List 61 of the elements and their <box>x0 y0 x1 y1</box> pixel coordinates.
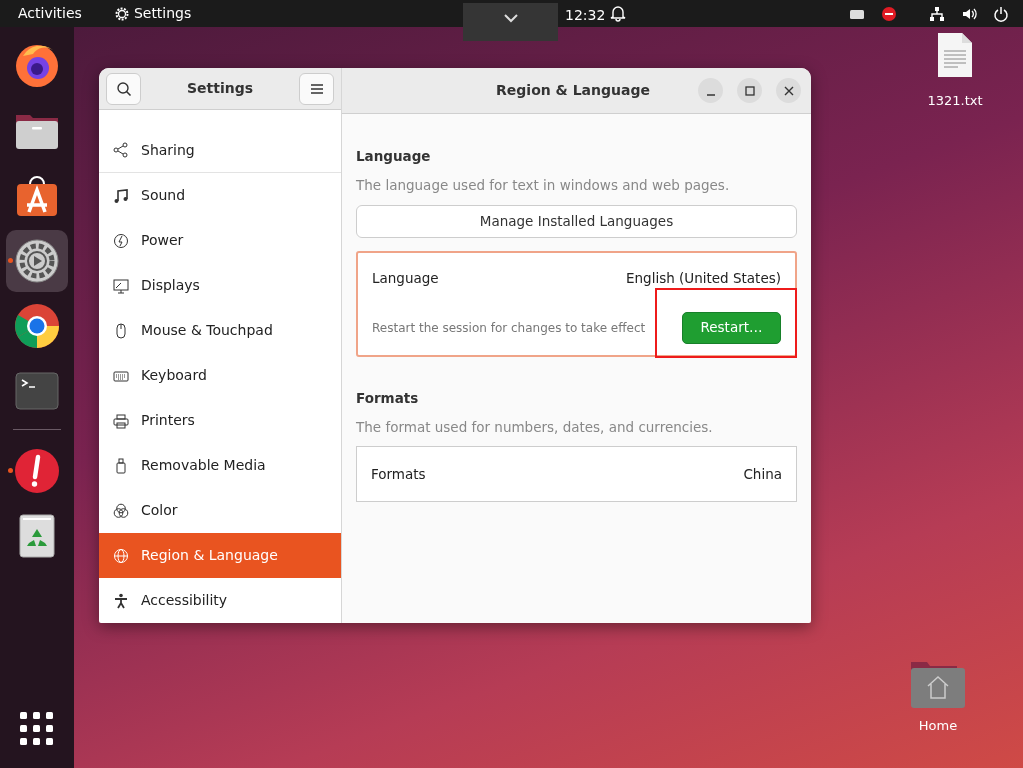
sidebar-item[interactable]: Keyboard <box>99 353 341 398</box>
sidebar-item[interactable]: Sharing <box>99 128 341 173</box>
gear-icon[interactable] <box>13 237 61 285</box>
sidebar-item[interactable]: Mouse & Touchpad <box>99 308 341 353</box>
music-note-icon <box>113 187 129 204</box>
exclamation-icon[interactable] <box>13 447 61 495</box>
window-title: Region & Language <box>495 81 651 100</box>
share-icon <box>113 142 129 158</box>
manage-languages-button[interactable]: Manage Installed Languages <box>356 204 797 238</box>
chevron-down-icon <box>502 13 519 23</box>
monitor-icon <box>113 277 129 294</box>
menu-button[interactable] <box>299 72 334 105</box>
row-value[interactable]: China <box>743 463 782 485</box>
sidebar-item[interactable]: Displays <box>99 263 341 308</box>
sidebar-item[interactable]: Removable Media <box>99 443 341 488</box>
menu-icon <box>309 82 324 95</box>
browser-icon[interactable] <box>13 302 61 350</box>
bell-icon <box>610 5 626 22</box>
color-circles-icon <box>113 502 129 519</box>
sidebar-item[interactable]: Sound <box>99 173 341 218</box>
search-icon <box>115 80 132 97</box>
usb-drive-icon <box>113 457 129 474</box>
close-button[interactable] <box>776 78 801 103</box>
close-icon <box>783 85 794 96</box>
sidebar-item[interactable]: Printers <box>99 398 341 443</box>
do-not-disturb-icon <box>881 5 897 22</box>
globe-icon <box>113 547 129 564</box>
sidebar-item[interactable]: Power <box>99 218 341 263</box>
sidebar-item[interactable]: Color <box>99 488 341 533</box>
section-heading: Language <box>356 147 432 166</box>
sidebar-item[interactable]: Accessibility <box>99 578 341 623</box>
maximize-icon <box>744 85 755 96</box>
app-grid-icon[interactable] <box>20 712 54 746</box>
search-button[interactable] <box>106 72 141 105</box>
file-label[interactable]: 1321.txt <box>927 91 983 111</box>
minimize-icon <box>706 93 715 96</box>
app-menu[interactable]: Settings <box>133 3 192 24</box>
power-icon <box>113 232 129 249</box>
restart-button[interactable]: Restart… <box>682 311 781 344</box>
restart-hint: Restart the session for changes to take effect <box>372 319 646 337</box>
section-description: The language used for text in windows and web pages. <box>356 176 731 196</box>
row-label: Language <box>372 269 439 289</box>
sidebar-item[interactable]: Region & Language <box>99 533 341 578</box>
section-heading: Formats <box>356 388 420 408</box>
gear-icon <box>113 5 130 22</box>
row-label: Formats <box>371 464 426 484</box>
dock-item[interactable] <box>6 230 68 292</box>
minimize-button[interactable] <box>698 78 723 103</box>
mouse-icon <box>113 322 129 339</box>
accessibility-icon <box>113 592 129 609</box>
clock[interactable]: 12:32 <box>565 5 606 26</box>
printer-icon <box>113 412 129 429</box>
row-value[interactable]: English (United States) <box>626 268 781 289</box>
network-icon <box>929 5 945 22</box>
activities-button[interactable]: Activities <box>18 3 82 24</box>
section-description: The format used for numbers, dates, and currencies. <box>356 417 714 437</box>
maximize-button[interactable] <box>737 78 762 103</box>
file-label[interactable]: Home <box>918 716 958 736</box>
sidebar-title: Settings <box>186 79 254 98</box>
power-icon <box>993 5 1009 22</box>
firefox-icon[interactable] <box>13 42 61 90</box>
